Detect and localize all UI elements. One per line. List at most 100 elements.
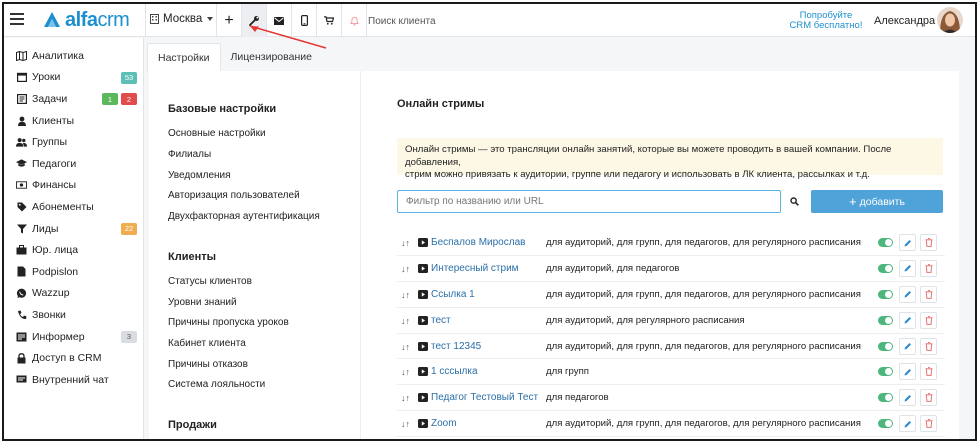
edit-stream-button[interactable]: [899, 234, 916, 251]
header-divider: [366, 4, 367, 37]
city-selector[interactable]: Москва: [150, 13, 214, 25]
try-free-link[interactable]: Попробуйте CRM бесплатно!: [786, 11, 866, 31]
stream-filter-input[interactable]: [397, 190, 781, 213]
delete-stream-button[interactable]: [920, 363, 937, 381]
nav-link-knowledge-levels[interactable]: Уровни знаний: [168, 297, 237, 308]
nav-link-refusal-reasons[interactable]: Причины отказов: [168, 359, 248, 370]
count-badge: 22: [121, 222, 137, 235]
sidebar-item[interactable]: Звонки: [4, 304, 143, 326]
nav-link-client-cabinet[interactable]: Кабинет клиента: [168, 338, 246, 349]
stream-name-link[interactable]: Беспалов Мирослав: [431, 237, 525, 248]
nav-link-two-factor[interactable]: Двухфакторная аутентификация: [168, 211, 320, 222]
sidebar-item[interactable]: Podpislon: [4, 261, 143, 283]
delete-stream-button[interactable]: [920, 337, 937, 355]
sidebar-item[interactable]: Лиды 22: [4, 218, 143, 240]
mail-button[interactable]: [267, 4, 291, 37]
stream-name-link[interactable]: Ссылка 1: [431, 289, 475, 300]
stream-row: ↓↑ 1 сссылка для групп: [397, 359, 945, 386]
sidebar-item[interactable]: Педагоги: [4, 153, 143, 175]
sidebar-item[interactable]: Юр. лица: [4, 239, 143, 261]
stream-scope: для аудиторий, для групп, для педагогов,…: [546, 237, 861, 248]
stream-scope: для аудиторий, для групп, для педагогов,…: [546, 418, 861, 430]
logo[interactable]: alfacrm: [42, 9, 130, 31]
sidebar-item[interactable]: Финансы: [4, 175, 143, 197]
stream-name-link[interactable]: тест: [431, 315, 451, 326]
pencil-icon: [904, 291, 911, 298]
nav-link-main-settings[interactable]: Основные настройки: [168, 128, 266, 139]
add-button[interactable]: +: [217, 4, 241, 37]
mobile-button[interactable]: [292, 4, 316, 37]
delete-stream-button[interactable]: [920, 311, 937, 329]
drag-handle-icon[interactable]: ↓↑: [401, 316, 410, 326]
stream-enabled-toggle[interactable]: [878, 341, 893, 351]
sidebar-item-label: Внутренний чат: [32, 373, 109, 386]
nav-link-absence-reasons[interactable]: Причины пропуска уроков: [168, 317, 289, 328]
user-name[interactable]: Александра: [874, 15, 935, 27]
nav-link-notifications[interactable]: Уведомления: [168, 170, 231, 181]
stream-name-link[interactable]: Zoom: [431, 418, 457, 429]
menu-icon[interactable]: [10, 13, 24, 25]
tab-licensing[interactable]: Лицензирование: [221, 43, 322, 71]
delete-stream-button[interactable]: [920, 415, 937, 433]
stream-name-link[interactable]: 1 сссылка: [431, 366, 478, 377]
edit-stream-button[interactable]: [899, 415, 916, 433]
stream-enabled-toggle[interactable]: [878, 238, 893, 247]
nav-link-client-statuses[interactable]: Статусы клиентов: [168, 276, 252, 287]
stream-enabled-toggle[interactable]: [878, 419, 893, 429]
drag-handle-icon[interactable]: ↓↑: [401, 238, 410, 248]
sidebar-item[interactable]: Задачи 1 2: [4, 88, 143, 110]
sidebar-item[interactable]: Внутренний чат: [4, 369, 143, 391]
edit-stream-button[interactable]: [899, 311, 916, 329]
sidebar-item[interactable]: Группы: [4, 131, 143, 153]
delete-stream-button[interactable]: [920, 259, 937, 277]
stream-enabled-toggle[interactable]: [878, 289, 893, 299]
badge-group: 53: [121, 71, 137, 84]
notifications-button[interactable]: [342, 4, 366, 37]
stream-name-link[interactable]: тест 12345: [431, 341, 481, 352]
drag-handle-icon[interactable]: ↓↑: [401, 264, 410, 274]
edit-stream-button[interactable]: [899, 259, 916, 277]
drag-handle-icon[interactable]: ↓↑: [401, 367, 410, 377]
sidebar-item[interactable]: Информер 3: [4, 326, 143, 348]
avatar[interactable]: [937, 7, 963, 33]
sidebar-item-label: Абонементы: [32, 200, 94, 213]
info-line: Онлайн стримы — это трансляции онлайн за…: [405, 144, 892, 168]
stream-name-link[interactable]: Педагог Тестовый Тест: [431, 392, 538, 403]
tab-settings[interactable]: Настройки: [147, 43, 221, 71]
filter-search-button[interactable]: [783, 190, 805, 213]
sidebar-item[interactable]: Клиенты: [4, 110, 143, 132]
edit-stream-button[interactable]: [899, 285, 916, 303]
stream-enabled-toggle[interactable]: [878, 315, 893, 325]
badge-group: 3: [121, 330, 137, 343]
stream-name-link[interactable]: Интересный стрим: [431, 263, 519, 274]
sidebar-item[interactable]: Аналитика: [4, 45, 143, 67]
edit-stream-button[interactable]: [899, 389, 916, 407]
drag-handle-icon[interactable]: ↓↑: [401, 419, 410, 429]
delete-stream-button[interactable]: [920, 234, 937, 251]
delete-stream-button[interactable]: [920, 389, 937, 407]
stream-enabled-toggle[interactable]: [878, 393, 893, 403]
pencil-icon: [904, 368, 911, 376]
sidebar-item[interactable]: Абонементы: [4, 196, 143, 218]
cart-button[interactable]: [317, 4, 341, 37]
nav-link-user-auth[interactable]: Авторизация пользователей: [168, 190, 300, 201]
lock-icon: [16, 352, 27, 364]
sidebar-item[interactable]: Уроки 53: [4, 67, 143, 89]
edit-stream-button[interactable]: [899, 337, 916, 355]
stream-scope: для педагогов: [546, 392, 609, 404]
nav-link-branches[interactable]: Филиалы: [168, 149, 211, 160]
sidebar-item[interactable]: Wazzup: [4, 283, 143, 305]
drag-handle-icon[interactable]: ↓↑: [401, 342, 410, 352]
drag-handle-icon[interactable]: ↓↑: [401, 290, 410, 300]
stream-enabled-toggle[interactable]: [878, 367, 893, 377]
client-search-input[interactable]: [368, 12, 628, 30]
settings-nav: Базовые настройки Основные настройки Фил…: [149, 71, 361, 439]
delete-stream-button[interactable]: [920, 285, 937, 303]
settings-button[interactable]: [242, 4, 266, 37]
sidebar-item[interactable]: Доступ в CRM: [4, 347, 143, 369]
edit-stream-button[interactable]: [899, 363, 916, 381]
add-stream-button[interactable]: + добавить: [811, 190, 943, 213]
nav-link-loyalty[interactable]: Система лояльности: [168, 379, 265, 390]
drag-handle-icon[interactable]: ↓↑: [401, 393, 410, 403]
stream-enabled-toggle[interactable]: [878, 263, 893, 273]
